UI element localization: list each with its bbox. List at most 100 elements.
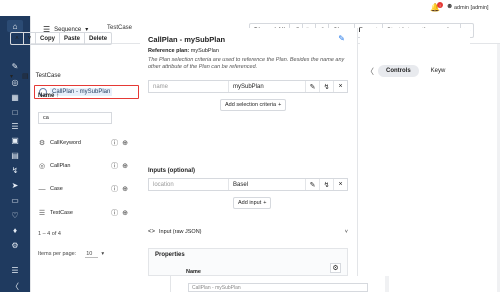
control-item-label: TestCase bbox=[50, 210, 73, 216]
bolt-icon[interactable]: ↯ bbox=[8, 164, 22, 176]
controls-panel: 〈 Controls Keyw bbox=[360, 28, 470, 276]
calendar-icon[interactable]: ▣ bbox=[8, 134, 22, 146]
help-icon[interactable]: ⓘ bbox=[111, 208, 118, 218]
edit-icon[interactable]: ✎ bbox=[8, 60, 22, 72]
items-per-page: Items per page: 10 ▾ bbox=[38, 251, 104, 258]
control-item-label: CallKeyword bbox=[50, 140, 81, 146]
user-name[interactable]: admin [admin] bbox=[454, 5, 489, 11]
testcase-name: TestCase bbox=[107, 25, 133, 31]
heart-icon[interactable]: ♡ bbox=[8, 209, 22, 221]
tab-prev-icon[interactable]: 〈 bbox=[366, 66, 374, 77]
chevron-down-icon: ˅ bbox=[344, 229, 348, 235]
grid-icon[interactable]: ▦ bbox=[8, 91, 22, 103]
add-criteria-button[interactable]: Add selection criteria + bbox=[220, 99, 287, 111]
folder-icon: ▤ bbox=[22, 73, 29, 80]
control-item-case[interactable]: — Case ⓘ ⊕ bbox=[38, 183, 129, 195]
notification-badge: ! bbox=[437, 2, 443, 8]
add-icon[interactable]: ⊕ bbox=[122, 139, 128, 147]
help-icon[interactable]: ⓘ bbox=[111, 184, 118, 194]
name-header-label: Name bbox=[38, 93, 55, 99]
properties-title: Properties bbox=[155, 252, 185, 258]
paste-button[interactable]: Paste bbox=[59, 33, 84, 44]
raw-json-toggle[interactable]: <> Input (raw JSON) ˅ bbox=[148, 225, 348, 239]
plan-icon: ◎ bbox=[38, 163, 46, 170]
add-icon[interactable]: ⊕ bbox=[122, 209, 128, 217]
puzzle-icon[interactable]: ♦ bbox=[8, 224, 22, 236]
copy-button[interactable]: Copy bbox=[35, 33, 59, 44]
control-item-callkeyword[interactable]: ⚙ CallKeyword ⓘ ⊕ bbox=[38, 137, 128, 149]
selection-description: The Plan selection criteria are used to … bbox=[148, 57, 345, 70]
input-value-field[interactable]: Basel bbox=[229, 179, 305, 190]
add-input-label: Add input bbox=[238, 200, 262, 206]
tree-node-label: TestCase bbox=[35, 73, 61, 79]
dynamic-icon[interactable]: ↯ bbox=[319, 81, 333, 92]
monitor-icon[interactable]: ▭ bbox=[8, 194, 22, 206]
items-per-page-label: Items per page: bbox=[38, 251, 77, 257]
inputs-title: Inputs (optional) bbox=[148, 168, 195, 174]
add-icon[interactable]: ⊕ bbox=[122, 162, 128, 170]
add-input-button[interactable]: Add input + bbox=[233, 197, 272, 209]
name-sort-header[interactable]: Name ↑ bbox=[38, 93, 59, 99]
left-nav: ⌂ ✎ ◎ ▦ □ ☰ ▣ ▤ ↯ ➤ ▭ ♡ ♦ ⚙ ☰ 〈 bbox=[0, 16, 30, 292]
edit-icon[interactable]: ✎ bbox=[305, 81, 319, 92]
chevron-down-icon[interactable]: ▾ bbox=[101, 251, 104, 258]
control-item-callplan[interactable]: ◎ CallPlan ⓘ ⊕ bbox=[38, 160, 128, 172]
items-per-page-select[interactable]: 10 bbox=[85, 251, 99, 258]
control-item-testcase[interactable]: ☰ TestCase ⓘ ⊕ bbox=[38, 207, 128, 219]
pagination-range: 1 – 4 of 4 bbox=[38, 231, 61, 237]
keyword-icon: ⚙ bbox=[38, 140, 46, 147]
controls-tabs: 〈 Controls Keyw bbox=[366, 64, 470, 78]
settings-icon[interactable]: ⚙ bbox=[330, 263, 341, 273]
code-icon: <> bbox=[148, 229, 156, 235]
home-icon[interactable]: ⌂ bbox=[7, 20, 23, 32]
add-icon[interactable]: ⊕ bbox=[122, 185, 128, 193]
collapse-icon[interactable]: 〈 bbox=[8, 280, 22, 292]
name-label: Name bbox=[186, 269, 201, 275]
plus-icon: + bbox=[263, 200, 267, 206]
add-criteria-label: Add selection criteria bbox=[225, 102, 277, 108]
report-icon[interactable]: ▤ bbox=[8, 149, 22, 161]
file-icon[interactable]: □ bbox=[8, 106, 22, 118]
settings-icon[interactable]: ⚙ bbox=[8, 239, 22, 251]
reference-plan-value: mySubPlan bbox=[190, 48, 219, 54]
list-icon[interactable]: ☰ bbox=[8, 120, 22, 132]
control-item-label: Case bbox=[50, 186, 63, 192]
top-bar: 🔔 ! ☻ admin [admin] bbox=[0, 0, 500, 16]
tab-keywords[interactable]: Keyw bbox=[423, 65, 454, 77]
details-panel: CallPlan - mySubPlan ✎ Reference plan: m… bbox=[140, 28, 358, 276]
doc-icon[interactable]: ☰ bbox=[8, 264, 22, 276]
plus-icon: + bbox=[278, 102, 282, 108]
arrow-up-icon: ↑ bbox=[56, 93, 60, 99]
dynamic-icon[interactable]: ↯ bbox=[319, 179, 333, 190]
criteria-value-field[interactable]: mySubPlan bbox=[229, 81, 305, 92]
raw-json-label: Input (raw JSON) bbox=[159, 229, 202, 235]
criteria-key-field[interactable]: name bbox=[149, 81, 229, 92]
help-icon[interactable]: ⓘ bbox=[111, 138, 118, 148]
delete-button[interactable]: Delete bbox=[84, 33, 111, 44]
dash-icon: — bbox=[38, 185, 46, 193]
input-row: location Basel ✎ ↯ × bbox=[148, 178, 348, 191]
criteria-row: name mySubPlan ✎ ↯ × bbox=[148, 80, 348, 93]
tree-node-label: CallPlan - mySubPlan bbox=[50, 88, 113, 96]
chevron-up-icon[interactable]: ˄ bbox=[11, 33, 23, 44]
name-field[interactable]: CallPlan - mySubPlan bbox=[188, 283, 368, 292]
tree-toolbar: ˄ ˅ Copy Paste Delete bbox=[10, 32, 113, 45]
tab-controls[interactable]: Controls bbox=[378, 65, 419, 77]
pencil-icon[interactable]: ✎ bbox=[338, 34, 345, 43]
close-icon[interactable]: × bbox=[333, 81, 347, 92]
close-icon[interactable]: × bbox=[333, 179, 347, 190]
edit-icon[interactable]: ✎ bbox=[305, 179, 319, 190]
control-item-label: CallPlan bbox=[50, 163, 71, 169]
reference-plan-key: Reference plan: bbox=[148, 48, 190, 54]
properties-section: Properties ⚙ bbox=[148, 248, 348, 276]
user-icon[interactable]: ☻ bbox=[446, 3, 453, 10]
rocket-icon[interactable]: ➤ bbox=[8, 179, 22, 191]
reference-plan: Reference plan: mySubPlan bbox=[148, 48, 219, 54]
panel-title: CallPlan - mySubPlan bbox=[148, 35, 226, 44]
chevron-down-icon[interactable]: ˅ bbox=[23, 33, 35, 44]
input-key-field[interactable]: location bbox=[149, 179, 229, 190]
collapse-arrow-icon[interactable]: ▾ bbox=[10, 73, 13, 80]
tree-node-root[interactable]: ▾ ▤ TestCase bbox=[10, 72, 61, 80]
help-icon[interactable]: ⓘ bbox=[111, 161, 118, 171]
controls-search-input[interactable]: ca bbox=[38, 112, 112, 124]
